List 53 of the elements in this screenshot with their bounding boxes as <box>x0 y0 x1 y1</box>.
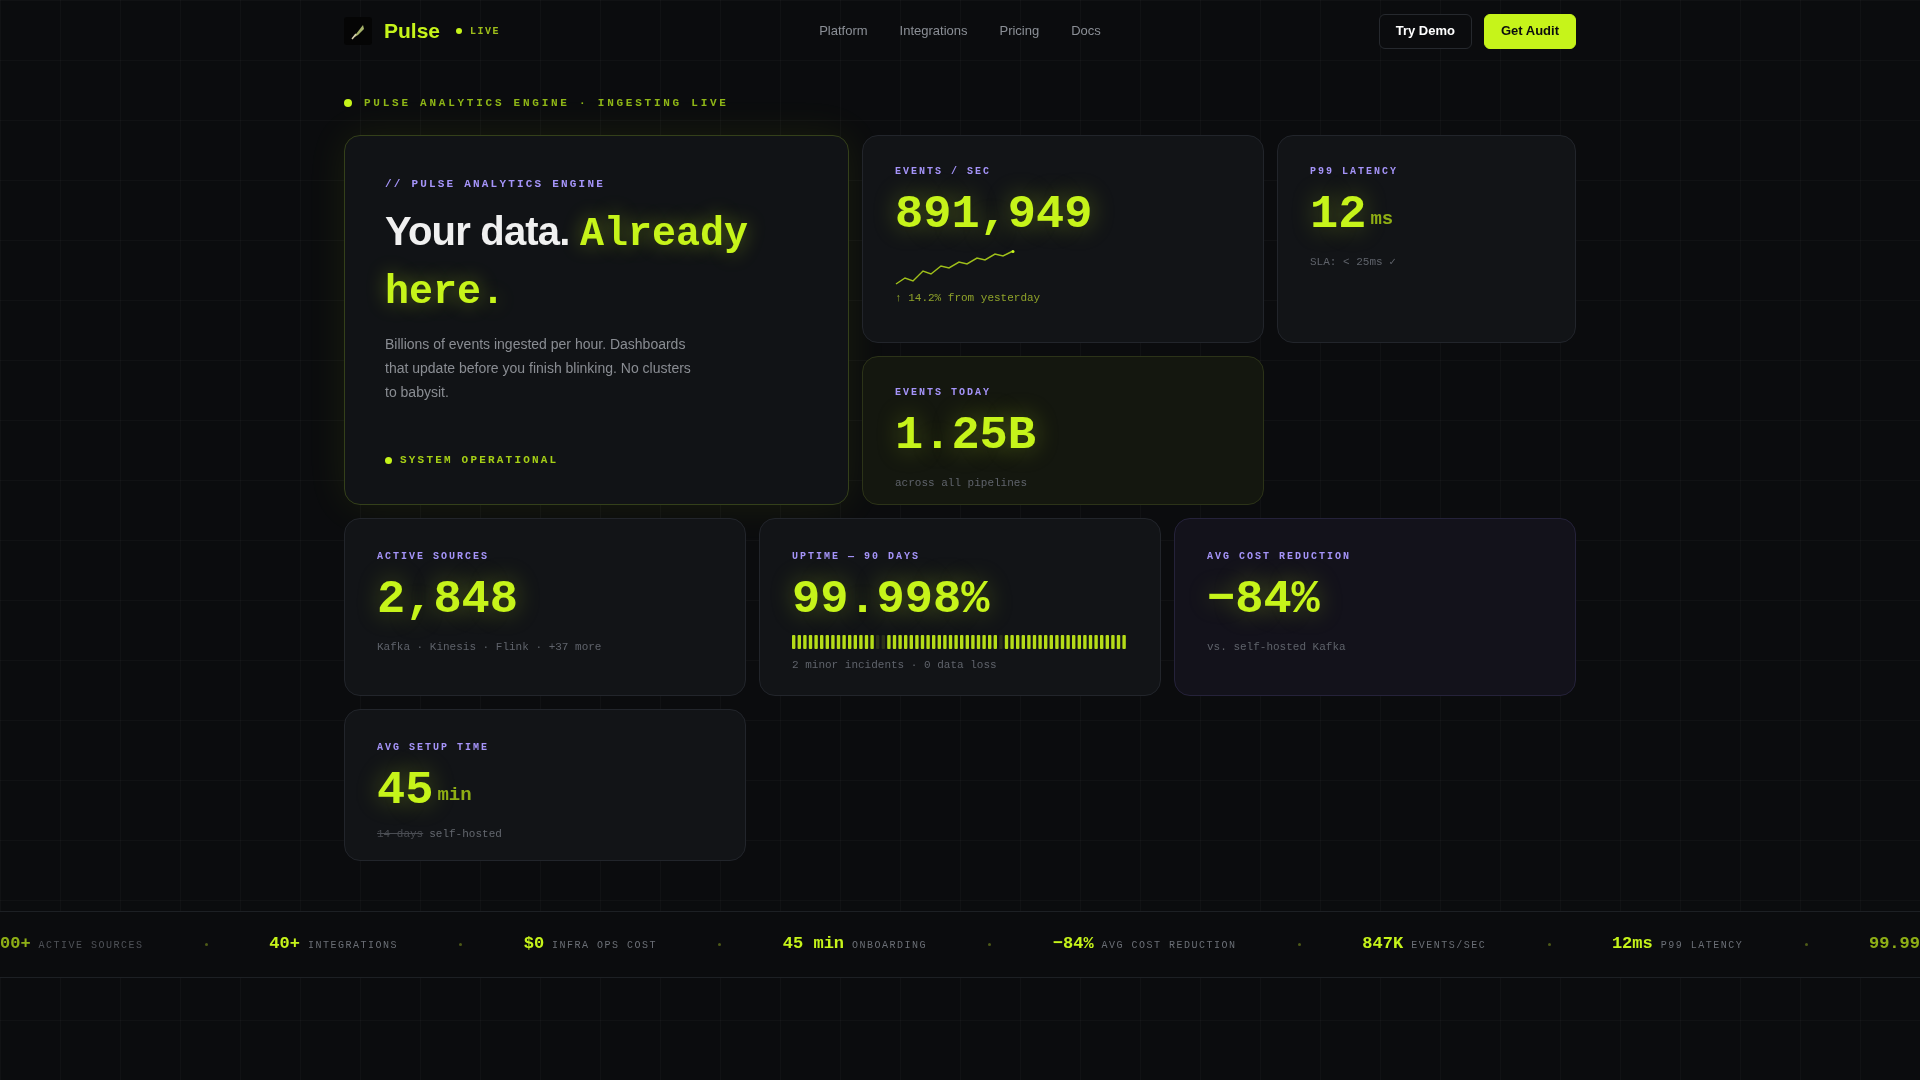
ticker-value: −84% <box>1052 933 1094 956</box>
live-label: LIVE <box>470 24 501 39</box>
status-line: PULSE ANALYTICS ENGINE · INGESTING LIVE <box>364 96 729 111</box>
ticker-label: AVG COST REDUCTION <box>1101 939 1237 954</box>
ticker-label: P99 LATENCY <box>1660 939 1744 954</box>
card-label: EVENTS TODAY <box>895 385 992 400</box>
stat-value: −84% <box>1207 575 1320 623</box>
card-label: AVG COST REDUCTION <box>1207 549 1353 564</box>
stat-note: vs. self-hosted Kafka <box>1207 639 1347 655</box>
card-label: EVENTS / SEC <box>895 164 992 179</box>
system-status: SYSTEM OPERATIONAL <box>400 453 559 468</box>
ticker-value: 45 min <box>782 933 845 956</box>
stat-value: 2,848 <box>377 575 519 623</box>
ticker-label: INTEGRATIONS <box>307 939 398 954</box>
stat-note: 2 minor incidents · 0 data loss <box>792 657 998 673</box>
stat-note: Kafka · Kinesis · Flink · +37 more <box>377 639 603 655</box>
brand-name: Pulse <box>384 18 441 45</box>
ticker-label: ACTIVE SOURCES <box>38 939 144 954</box>
logo-icon <box>344 17 372 45</box>
stat-value: 99.998% <box>792 575 990 623</box>
header-button[interactable]: Try Demo <box>1378 13 1472 49</box>
card-label: ACTIVE SOURCES <box>377 549 490 564</box>
card-label: AVG SETUP TIME <box>377 740 490 755</box>
struck-text: 14 days <box>377 826 424 842</box>
nav-link[interactable]: Platform <box>819 21 868 41</box>
ticker-label: INFRA OPS COST <box>552 939 658 954</box>
ticker-label: EVENTS/SEC <box>1411 939 1487 954</box>
stat-value: 12 <box>1310 190 1367 238</box>
ticker-value: 847K <box>1362 933 1404 956</box>
ticker-label: ONBOARDING <box>852 939 928 954</box>
stat-unit: min <box>437 783 472 808</box>
stat-value: 45 <box>377 766 434 814</box>
card-label: P99 LATENCY <box>1310 164 1399 179</box>
ticker-value: 40+ <box>269 933 300 956</box>
nav-link[interactable]: Pricing <box>999 21 1040 41</box>
stat-value: 1.25B <box>895 411 1037 459</box>
header-button[interactable]: Get Audit <box>1484 13 1576 49</box>
ticker-value: 12ms <box>1611 933 1653 956</box>
stat-note: self-hosted <box>429 826 502 842</box>
ticker-value: 00+ <box>0 933 31 956</box>
stat-note: SLA: < 25ms ✓ <box>1310 254 1397 270</box>
nav-link[interactable]: Integrations <box>899 21 968 41</box>
nav-link[interactable]: Docs <box>1071 21 1101 41</box>
stat-unit: ms <box>1370 207 1394 232</box>
hero-eyebrow: // PULSE ANALYTICS ENGINE <box>385 176 607 192</box>
ticker-value: 99.99 <box>1868 933 1920 956</box>
stat-note: across all pipelines <box>895 475 1029 491</box>
ticker-value: $0 <box>523 933 545 956</box>
stat-value: 891,949 <box>895 190 1093 238</box>
hero-description: Billions of events ingested per hour. Dashboards that update before you finish blinking. No clusters to babysit. <box>385 335 692 402</box>
card-label: UPTIME — 90 DAYS <box>792 549 921 564</box>
stat-note: ↑ 14.2% from yesterday <box>895 290 1042 306</box>
hero-title: Your data. Already here. <box>385 208 749 317</box>
